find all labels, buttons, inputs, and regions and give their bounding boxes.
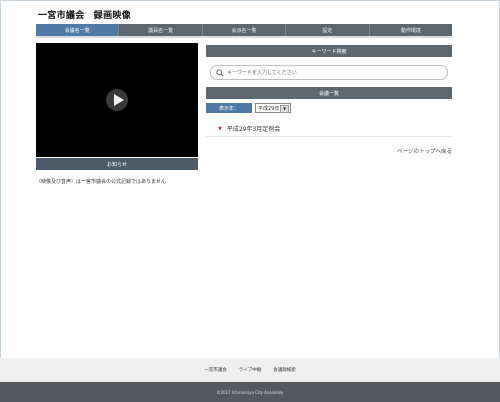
keyword-search-header: キーワード検索 bbox=[206, 45, 452, 57]
main-tabs: 会議名一覧 議員名一覧 会派名一覧 設定 動作環境 bbox=[36, 24, 452, 36]
play-button[interactable] bbox=[106, 89, 128, 111]
year-select-value: 平成29年 bbox=[258, 105, 280, 112]
notice-button[interactable]: お知らせ bbox=[36, 158, 198, 170]
arrow-down-icon: ▼ bbox=[218, 125, 222, 132]
disclaimer-text: （映像及び音声）は一宮市議会の公式記録ではありません bbox=[36, 179, 166, 185]
tabs-underline bbox=[36, 36, 452, 38]
tab-settings[interactable]: 設定 bbox=[286, 24, 370, 36]
search-input[interactable] bbox=[224, 67, 427, 78]
year-label: 表示年： bbox=[206, 103, 252, 113]
back-to-top-link[interactable]: ページのトップへ戻る bbox=[397, 147, 452, 155]
footer-link-live[interactable]: ライブ中継 bbox=[239, 367, 262, 373]
footer-link-assembly[interactable]: 一宮市議会 bbox=[204, 367, 227, 373]
tab-environment[interactable]: 動作環境 bbox=[370, 24, 452, 36]
search-box[interactable] bbox=[210, 65, 448, 80]
copyright: ©2017 Ichinomiya City Assembly bbox=[0, 382, 500, 402]
meeting-list-header: 会議一覧 bbox=[206, 87, 452, 99]
tab-member-list[interactable]: 議員名一覧 bbox=[119, 24, 203, 36]
footer-link-minutes[interactable]: 会議録検索 bbox=[273, 367, 296, 373]
search-icon bbox=[215, 68, 224, 77]
divider bbox=[206, 136, 452, 137]
tab-meeting-list[interactable]: 会議名一覧 bbox=[36, 24, 120, 36]
video-player[interactable] bbox=[36, 43, 198, 157]
tab-faction-list[interactable]: 会派名一覧 bbox=[203, 24, 287, 36]
year-select[interactable]: 平成29年 ▼ bbox=[255, 103, 291, 113]
session-label[interactable]: 平成29年3月定例会 bbox=[227, 124, 280, 133]
footer-links: 一宮市議会 ライブ中継 会議録検索 bbox=[0, 358, 500, 382]
chevron-down-icon: ▼ bbox=[280, 105, 289, 113]
play-icon bbox=[113, 94, 124, 106]
site-title: 一宮市議会 録画映像 bbox=[38, 11, 132, 21]
list-item[interactable]: ▼ 平成29年3月定例会 bbox=[218, 124, 280, 134]
